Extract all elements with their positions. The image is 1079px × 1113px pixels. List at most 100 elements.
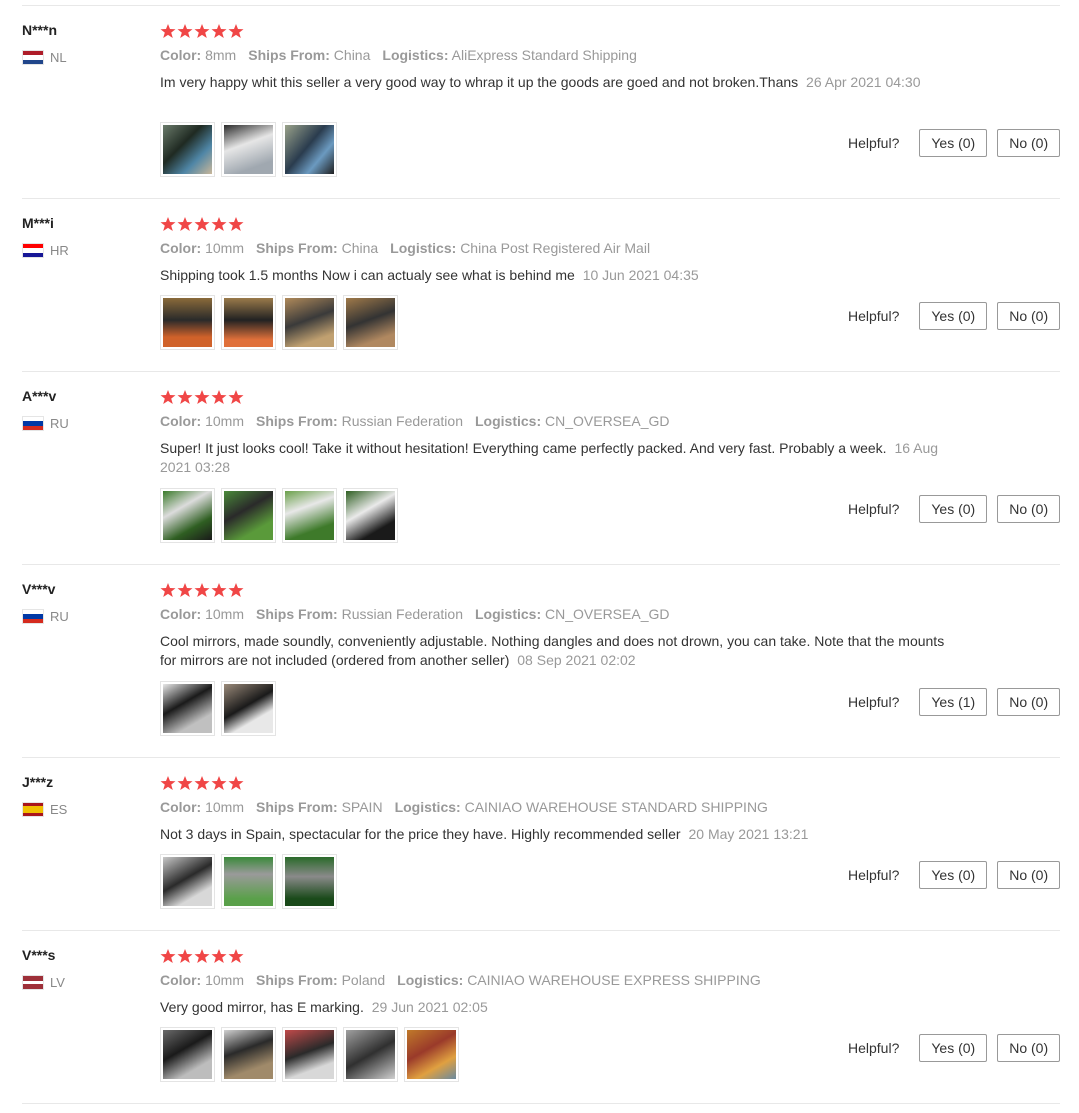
review-photo-thumbnail[interactable] [221, 681, 276, 736]
review-text: Cool mirrors, made soundly, conveniently… [160, 632, 950, 670]
photo-image [163, 125, 212, 174]
review-photo-thumbnail[interactable] [160, 295, 215, 350]
star-icon [160, 949, 176, 963]
review-photo-thumbnail[interactable] [282, 1027, 337, 1082]
review-photos [160, 488, 398, 543]
helpful-no-button[interactable]: No (0) [997, 302, 1061, 330]
review-photo-thumbnail[interactable] [160, 488, 215, 543]
review-photo-thumbnail[interactable] [221, 854, 276, 909]
helpful-yes-button[interactable]: Yes (1) [919, 688, 988, 716]
photo-image [346, 491, 395, 540]
reviewer-country: HR [22, 243, 69, 258]
review-photo-thumbnail[interactable] [343, 1027, 398, 1082]
photo-image [285, 298, 334, 347]
review-meta: Color: 8mm Ships From: China Logistics: Al… [160, 47, 649, 63]
photo-image [163, 298, 212, 347]
review-item: V***s LV Color: 10mm Ships From: Poland Logi… [0, 930, 1079, 1103]
star-icon [211, 776, 227, 790]
ships-from-label: Ships From: [256, 606, 338, 622]
photo-image [163, 1030, 212, 1079]
helpful-controls: Helpful? Yes (0) No (0) [848, 861, 1061, 889]
photo-image [224, 125, 273, 174]
helpful-no-button[interactable]: No (0) [997, 1034, 1061, 1062]
helpful-no-button[interactable]: No (0) [997, 861, 1061, 889]
photo-image [224, 298, 273, 347]
review-photo-thumbnail[interactable] [160, 122, 215, 177]
photo-image [407, 1030, 456, 1079]
helpful-no-button[interactable]: No (0) [997, 495, 1061, 523]
helpful-yes-button[interactable]: Yes (0) [919, 495, 988, 523]
country-code: NL [50, 50, 67, 65]
review-date: 10 Jun 2021 04:35 [582, 267, 699, 283]
review-photo-thumbnail[interactable] [404, 1027, 459, 1082]
star-icon [194, 24, 210, 38]
review-item: A***v RU Color: 10mm Ships From: Russian Fe… [0, 371, 1079, 564]
star-icon [194, 390, 210, 404]
ships-from-label: Ships From: [256, 413, 338, 429]
helpful-yes-button[interactable]: Yes (0) [919, 302, 988, 330]
review-meta: Color: 10mm Ships From: SPAIN Logistics: C… [160, 799, 780, 815]
star-icon [228, 24, 244, 38]
review-photo-thumbnail[interactable] [282, 122, 337, 177]
review-photo-thumbnail[interactable] [221, 295, 276, 350]
color-value: 10mm [205, 240, 245, 256]
helpful-yes-button[interactable]: Yes (0) [919, 861, 988, 889]
ships-from-label: Ships From: [256, 972, 338, 988]
review-item: V***v RU Color: 10mm Ships From: Russian Fe… [0, 564, 1079, 757]
review-body: Super! It just looks cool! Take it witho… [160, 440, 887, 456]
ships-from-value: China [333, 47, 371, 63]
logistics-label: Logistics: [382, 47, 449, 63]
review-body: Not 3 days in Spain, spectacular for the… [160, 826, 681, 842]
review-photo-thumbnail[interactable] [282, 488, 337, 543]
review-photo-thumbnail[interactable] [221, 1027, 276, 1082]
review-item: J***z ES Color: 10mm Ships From: SPAIN Logis… [0, 757, 1079, 930]
helpful-no-button[interactable]: No (0) [997, 129, 1061, 157]
review-body: Very good mirror, has E marking. [160, 999, 364, 1015]
helpful-controls: Helpful? Yes (0) No (0) [848, 1034, 1061, 1062]
review-item: M***i HR Color: 10mm Ships From: China Logis… [0, 198, 1079, 371]
ships-from-label: Ships From: [256, 240, 338, 256]
reviewer-name: V***v [22, 581, 56, 597]
review-photo-thumbnail[interactable] [221, 488, 276, 543]
review-photos [160, 681, 276, 736]
helpful-yes-button[interactable]: Yes (0) [919, 1034, 988, 1062]
review-meta: Color: 10mm Ships From: Russian Federatio… [160, 606, 681, 622]
review-photo-thumbnail[interactable] [282, 854, 337, 909]
review-photos [160, 854, 337, 909]
helpful-no-button[interactable]: No (0) [997, 688, 1061, 716]
color-value: 8mm [205, 47, 237, 63]
photo-image [224, 857, 273, 906]
review-photo-thumbnail[interactable] [160, 854, 215, 909]
reviewer-country: LV [22, 975, 65, 990]
flag-spain-icon [22, 802, 44, 817]
logistics-value: CN_OVERSEA_GD [545, 413, 670, 429]
color-value: 10mm [205, 972, 245, 988]
star-icon [177, 390, 193, 404]
star-rating [160, 216, 244, 232]
ships-from-value: China [341, 240, 379, 256]
review-text: Super! It just looks cool! Take it witho… [160, 439, 950, 477]
logistics-value: AliExpress Standard Shipping [451, 47, 637, 63]
helpful-label: Helpful? [848, 135, 900, 151]
star-icon [160, 390, 176, 404]
review-photo-thumbnail[interactable] [160, 1027, 215, 1082]
review-photo-thumbnail[interactable] [343, 295, 398, 350]
review-photo-thumbnail[interactable] [160, 681, 215, 736]
ships-from-value: Poland [341, 972, 386, 988]
review-text: Im very happy whit this seller a very go… [160, 73, 950, 92]
review-photos [160, 295, 398, 350]
star-icon [194, 776, 210, 790]
flag-russia-icon [22, 609, 44, 624]
helpful-yes-button[interactable]: Yes (0) [919, 129, 988, 157]
photo-image [163, 857, 212, 906]
review-text: Shipping took 1.5 months Now i can actua… [160, 266, 950, 285]
star-icon [160, 776, 176, 790]
helpful-controls: Helpful? Yes (0) No (0) [848, 129, 1061, 157]
star-icon [160, 24, 176, 38]
star-icon [177, 949, 193, 963]
review-photo-thumbnail[interactable] [221, 122, 276, 177]
review-photo-thumbnail[interactable] [282, 295, 337, 350]
star-icon [194, 949, 210, 963]
review-meta: Color: 10mm Ships From: China Logistics: C… [160, 240, 662, 256]
review-photo-thumbnail[interactable] [343, 488, 398, 543]
